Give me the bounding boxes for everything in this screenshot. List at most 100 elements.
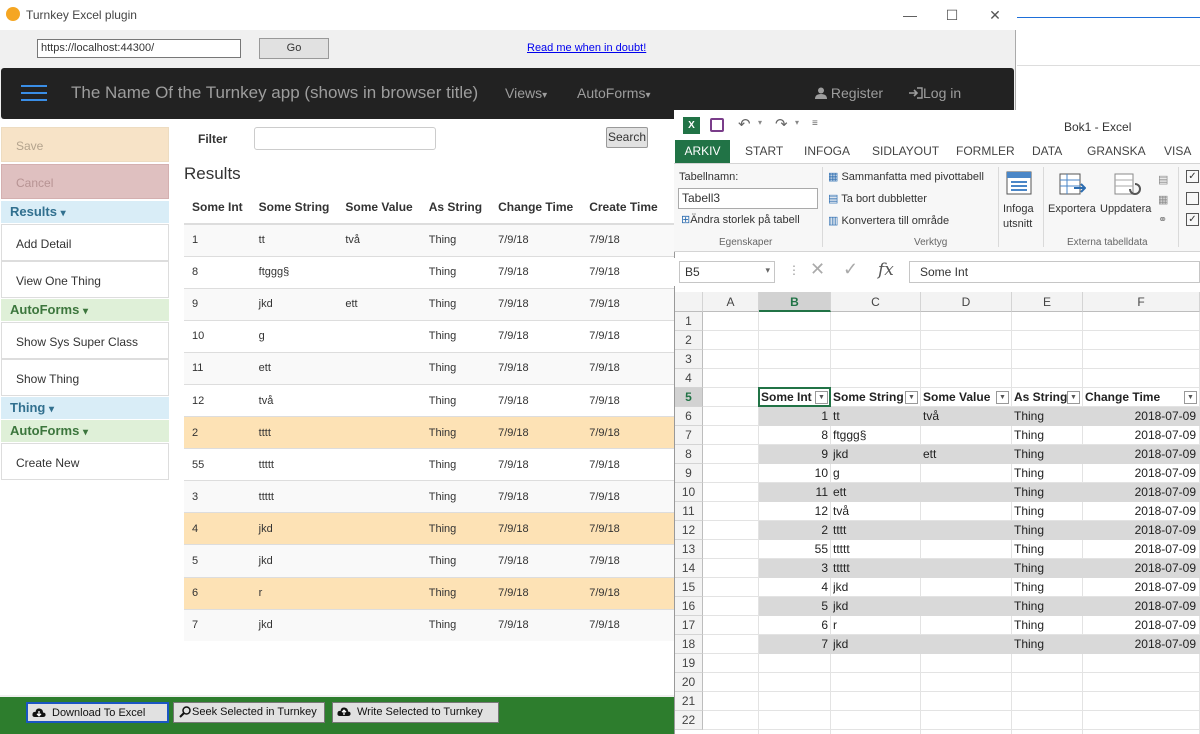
sheet-cell[interactable]: två — [833, 502, 919, 521]
table-name-input[interactable]: Tabell3 — [678, 188, 818, 209]
nav-login[interactable]: Log in — [909, 85, 961, 101]
sheet-cell[interactable]: två — [923, 407, 1010, 426]
tab-visa[interactable]: VISA — [1164, 144, 1191, 158]
table-row[interactable]: 2ttttThing7/9/187/9/1897 — [184, 416, 699, 449]
sheet-cell[interactable]: 55 — [759, 540, 828, 559]
save-icon[interactable] — [710, 118, 724, 132]
sheet-cell[interactable]: 9 — [759, 445, 828, 464]
row-header[interactable]: 17 — [675, 616, 703, 635]
sheet-cell[interactable]: 2018-07-09 — [1083, 616, 1196, 635]
table-header-cell[interactable]: Change Time ▼ — [1085, 388, 1198, 407]
row-header[interactable]: 21 — [675, 692, 703, 711]
sheet-cell[interactable]: Thing — [1014, 502, 1081, 521]
row-header[interactable]: 19 — [675, 654, 703, 673]
sheet-cell[interactable] — [923, 483, 1010, 502]
sheet-cell[interactable]: Thing — [1014, 578, 1081, 597]
formula-input[interactable]: Some Int — [909, 261, 1200, 283]
row-header[interactable]: 8 — [675, 445, 703, 464]
sheet-cell[interactable]: 4 — [759, 578, 828, 597]
nav-autoforms[interactable]: AutoForms▾ — [577, 85, 651, 101]
tab-infoga[interactable]: INFOGA — [804, 144, 850, 158]
brand-title[interactable]: The Name Of the Turnkey app (shows in br… — [71, 83, 478, 103]
sidebar-item-add-detail[interactable]: Add Detail — [1, 224, 169, 261]
sheet-cell[interactable] — [923, 616, 1010, 635]
row-header[interactable]: 15 — [675, 578, 703, 597]
sheet-cell[interactable]: 6 — [759, 616, 828, 635]
row-header[interactable]: 4 — [675, 369, 703, 388]
insert-function-icon[interactable]: fx — [878, 260, 894, 280]
sheet-cell[interactable]: Thing — [1014, 597, 1081, 616]
slicer-label[interactable]: utsnitt — [1003, 218, 1032, 230]
column-header-c[interactable]: C — [831, 292, 921, 312]
autoforms-dropdown-2[interactable]: AutoForms ▾ — [1, 420, 169, 442]
sheet-cell[interactable] — [923, 635, 1010, 654]
table-header-cell[interactable]: Some Value ▼ — [923, 388, 1010, 407]
tab-data[interactable]: DATA — [1032, 144, 1062, 158]
sheet-cell[interactable]: 2 — [759, 521, 828, 540]
tab-arkiv[interactable]: ARKIV — [675, 140, 730, 163]
sheet-cell[interactable] — [923, 578, 1010, 597]
row-header[interactable]: 20 — [675, 673, 703, 692]
sheet-cell[interactable]: 2018-07-09 — [1083, 502, 1196, 521]
sheet-cell[interactable]: Thing — [1014, 616, 1081, 635]
sheet-cell[interactable]: 2018-07-09 — [1083, 521, 1196, 540]
column-header[interactable]: Change Time — [490, 190, 582, 225]
row-header[interactable]: 13 — [675, 540, 703, 559]
sheet-cell[interactable]: jkd — [833, 578, 919, 597]
row-header[interactable]: 5 — [675, 388, 703, 407]
select-all-corner[interactable] — [675, 292, 703, 312]
sheet-cell[interactable]: 10 — [759, 464, 828, 483]
sheet-cell[interactable]: 11 — [759, 483, 828, 502]
row-header[interactable]: 7 — [675, 426, 703, 445]
sheet-cell[interactable]: 2018-07-09 — [1083, 635, 1196, 654]
sheet-cell[interactable]: r — [833, 616, 919, 635]
row-header[interactable]: 22 — [675, 711, 703, 730]
minimize-button[interactable]: — — [896, 4, 924, 26]
row-header[interactable]: 2 — [675, 331, 703, 350]
sheet-cell[interactable]: jkd — [833, 635, 919, 654]
sheet-cell[interactable]: 1 — [759, 407, 828, 426]
save-button[interactable]: Save — [1, 127, 169, 162]
row-header[interactable]: 16 — [675, 597, 703, 616]
sheet-cell[interactable]: tt — [833, 407, 919, 426]
column-header[interactable]: Some Int — [184, 190, 251, 225]
row-header[interactable]: 9 — [675, 464, 703, 483]
download-to-excel-button[interactable]: Download To Excel — [26, 702, 169, 723]
table-header-cell[interactable]: Some String ▼ — [833, 388, 919, 407]
sheet-cell[interactable] — [923, 464, 1010, 483]
maximize-button[interactable]: ☐ — [938, 4, 966, 26]
table-row[interactable]: 6rThing7/9/187/9/182b — [184, 576, 699, 610]
column-header[interactable]: Some Value — [337, 190, 421, 225]
row-header[interactable]: 14 — [675, 559, 703, 578]
table-row[interactable]: 10gThing7/9/187/9/1855 — [184, 319, 699, 353]
ribbon-small-icons[interactable]: ▤ ▦ ⚭ — [1158, 170, 1172, 230]
sidebar-item-show-sys-super-class[interactable]: Show Sys Super Class — [1, 322, 169, 359]
column-header-d[interactable]: D — [921, 292, 1012, 312]
sidebar-item-create-new[interactable]: Create New — [1, 443, 169, 480]
sheet-cell[interactable]: ttttt — [833, 540, 919, 559]
sheet-cell[interactable]: ett — [833, 483, 919, 502]
search-button[interactable]: Search — [606, 127, 648, 148]
refresh-icon[interactable] — [1113, 170, 1141, 198]
nav-views[interactable]: Views▾ — [505, 85, 547, 101]
export-icon[interactable] — [1058, 170, 1087, 198]
cancel-entry-icon[interactable]: ✕ — [810, 259, 825, 280]
sheet-cell[interactable]: ttttt — [833, 559, 919, 578]
tab-granska[interactable]: GRANSKA — [1087, 144, 1146, 158]
sheet-cell[interactable]: 12 — [759, 502, 828, 521]
table-row[interactable]: 11ettThing7/9/187/9/1808 — [184, 351, 699, 385]
sheet-cell[interactable] — [923, 559, 1010, 578]
thing-dropdown[interactable]: Thing ▾ — [1, 397, 169, 419]
url-input[interactable]: https://localhost:44300/ — [37, 39, 241, 58]
nav-register[interactable]: Register — [815, 85, 883, 101]
sheet-cell[interactable]: 8 — [759, 426, 828, 445]
cancel-button[interactable]: Cancel — [1, 164, 169, 199]
sheet-cell[interactable]: g — [833, 464, 919, 483]
filter-dropdown-icon[interactable]: ▼ — [996, 391, 1009, 404]
slicer-icon[interactable] — [1005, 170, 1033, 198]
sheet-cell[interactable]: jkd — [833, 445, 919, 464]
sidebar-item-view-one-thing[interactable]: View One Thing — [1, 261, 169, 298]
results-dropdown[interactable]: Results ▾ — [1, 201, 169, 223]
sheet-cell[interactable]: Thing — [1014, 559, 1081, 578]
sheet-cell[interactable] — [923, 426, 1010, 445]
